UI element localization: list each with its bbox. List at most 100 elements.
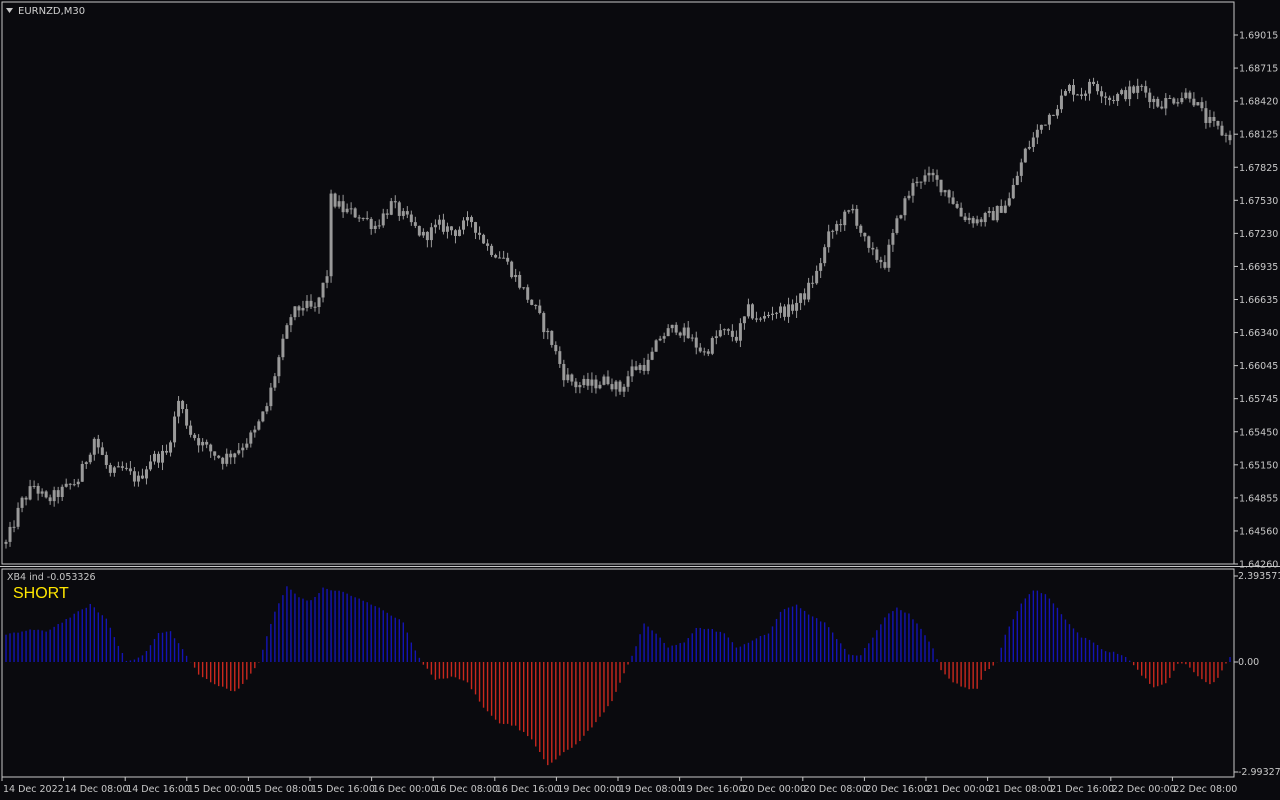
candle-body	[281, 338, 285, 358]
candle-body	[554, 344, 558, 352]
candle-body	[959, 207, 963, 217]
candle-body	[494, 255, 498, 258]
candle-body	[1128, 86, 1132, 100]
candle-body	[1075, 94, 1079, 96]
candle-body	[710, 338, 714, 354]
candle-body	[140, 475, 144, 479]
candle-body	[40, 491, 44, 494]
candle-body	[871, 247, 875, 250]
candle-body	[1080, 94, 1084, 96]
candle-body	[1156, 98, 1160, 107]
candle-body	[831, 230, 835, 232]
candle-body	[582, 378, 586, 386]
candle-body	[265, 406, 269, 412]
candle-body	[642, 365, 646, 371]
time-tick-label: 21 Dec 16:00	[1050, 784, 1114, 795]
candle-body	[927, 172, 931, 176]
candle-body	[369, 218, 373, 229]
candle-body	[843, 211, 847, 226]
candle-body	[875, 249, 879, 260]
candle-body	[622, 386, 626, 392]
candle-body	[453, 230, 457, 236]
candle-body	[718, 330, 722, 337]
price-tick-label: 1.69015	[1239, 31, 1278, 42]
candle-body	[60, 486, 64, 497]
candle-body	[269, 387, 273, 407]
candle-body	[610, 384, 614, 390]
candle-body	[650, 351, 654, 360]
candle-body	[301, 307, 305, 311]
candle-body	[995, 205, 999, 221]
candle-body	[1136, 85, 1140, 93]
price-tick-label: 1.67825	[1239, 163, 1278, 174]
candle-body	[666, 328, 670, 337]
time-tick-label: 15 Dec 08:00	[249, 784, 313, 795]
candle-body	[313, 306, 317, 308]
candle-body	[482, 234, 486, 244]
candle-body	[867, 236, 871, 248]
time-tick-label: 20 Dec 08:00	[804, 784, 868, 795]
candle-body	[574, 381, 578, 388]
candle-body	[349, 208, 353, 210]
candle-body	[530, 299, 534, 305]
candle-body	[92, 438, 96, 455]
candle-body	[779, 306, 783, 313]
candle-body	[116, 466, 120, 468]
indicator-scale-top: 2.393571	[1238, 571, 1280, 582]
candle-body	[674, 324, 678, 333]
candle-body	[321, 282, 325, 298]
candle-body	[421, 231, 425, 236]
candle-body	[951, 197, 955, 204]
trading-chart[interactable]: EURNZD,M30 1.69015 1.68715 1.68420 1.68125 1…	[0, 0, 1280, 800]
candle-body	[417, 225, 421, 236]
candle-body	[1031, 137, 1035, 147]
candle-body	[165, 450, 169, 453]
candle-body	[498, 257, 502, 259]
candle-body	[486, 243, 490, 246]
candle-body	[795, 302, 799, 311]
candle-body	[602, 376, 606, 385]
candle-body	[44, 491, 48, 498]
candle-body	[943, 190, 947, 193]
candle-body	[361, 217, 365, 219]
candle-body	[538, 305, 542, 314]
candle-body	[1027, 146, 1031, 149]
candle-body	[96, 438, 100, 448]
time-tick-label: 16 Dec 16:00	[496, 784, 560, 795]
candle-body	[590, 379, 594, 386]
candle-body	[325, 276, 329, 283]
candle-body	[377, 225, 381, 227]
candle-body	[887, 244, 891, 268]
candle-body	[694, 337, 698, 348]
candle-body	[100, 447, 104, 455]
candle-body	[626, 376, 630, 387]
candle-body	[445, 226, 449, 232]
candle-body	[1063, 91, 1067, 96]
candle-body	[550, 330, 554, 345]
indicator-title: XB4 ind -0.053326	[7, 572, 96, 583]
candle-body	[72, 484, 76, 486]
time-tick-label: 15 Dec 16:00	[311, 784, 375, 795]
candle-body	[807, 282, 811, 300]
candle-body	[799, 293, 803, 303]
candle-body	[546, 330, 550, 333]
candle-body	[157, 453, 161, 463]
candle-body	[1208, 117, 1212, 123]
candle-body	[690, 337, 694, 339]
candle-body	[229, 453, 233, 458]
candle-body	[337, 201, 341, 207]
candle-body	[173, 416, 177, 443]
candle-body	[48, 497, 52, 502]
candle-body	[594, 379, 598, 389]
time-tick-label: 16 Dec 00:00	[373, 784, 437, 795]
candle-body	[277, 357, 281, 377]
candle-body	[1152, 98, 1156, 103]
candle-body	[409, 214, 413, 223]
candle-body	[1196, 102, 1200, 106]
price-tick-label: 1.66340	[1239, 328, 1278, 339]
candle-body	[84, 462, 88, 464]
candle-body	[1228, 134, 1232, 141]
time-tick-label: 22 Dec 08:00	[1173, 784, 1237, 795]
candle-body	[947, 190, 951, 198]
candle-body	[56, 490, 60, 497]
